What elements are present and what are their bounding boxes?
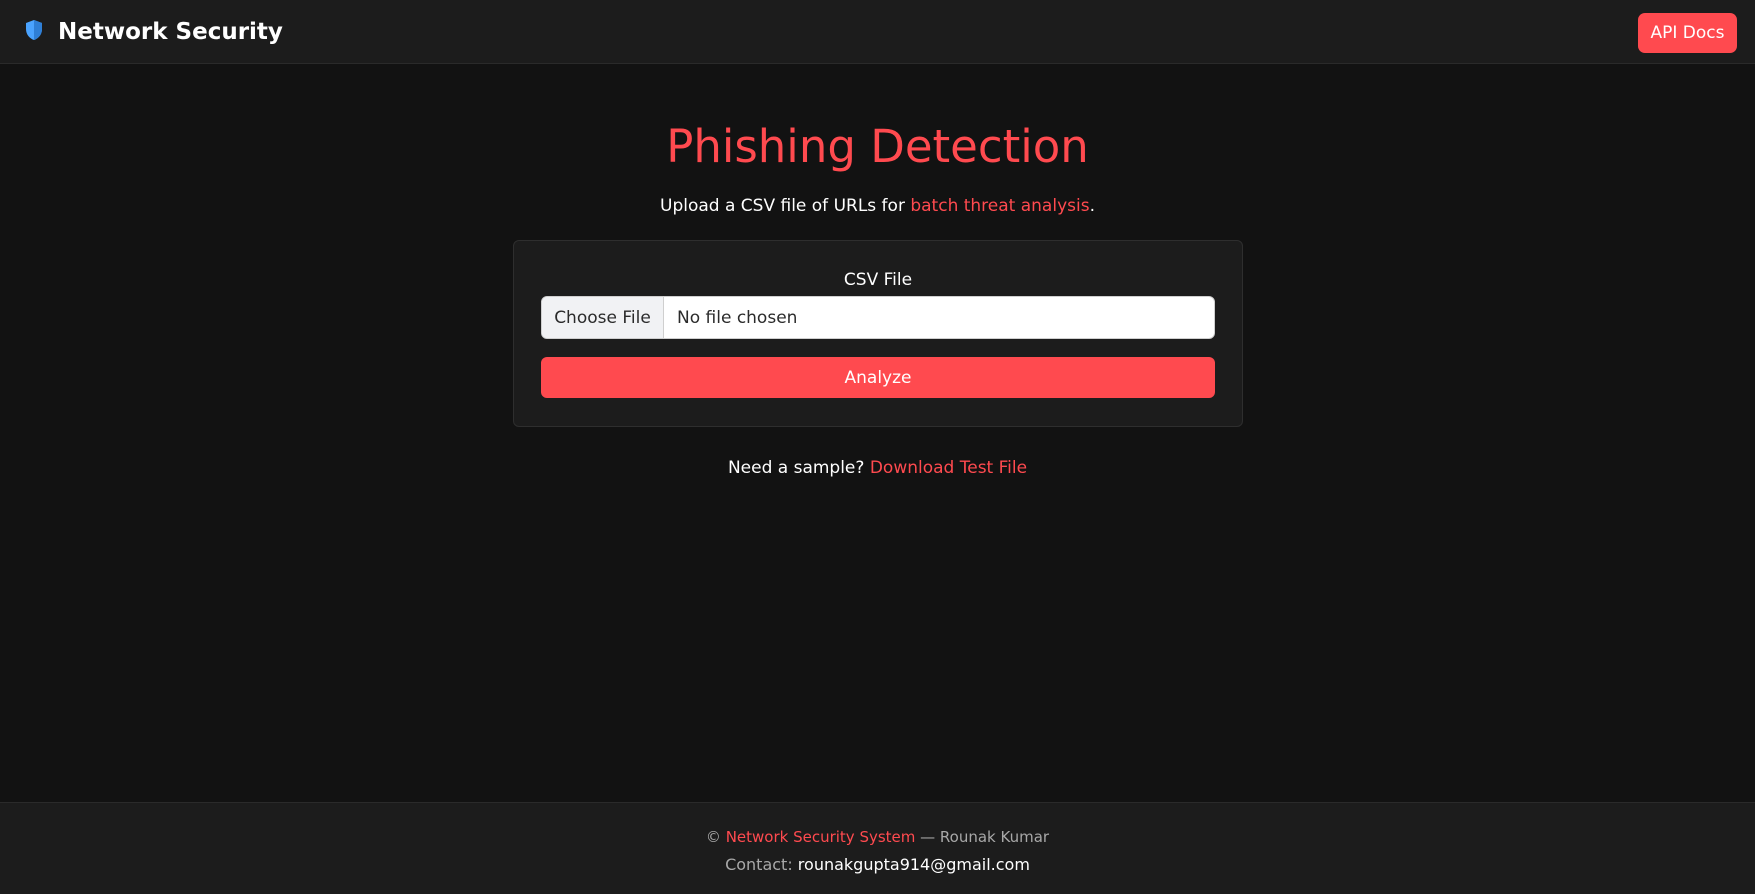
footer-system-link[interactable]: Network Security System [726,828,916,846]
subtitle-suffix: . [1089,196,1095,216]
page-title: Phishing Detection [666,120,1089,173]
footer: © Network Security System — Rounak Kumar… [0,802,1755,894]
upload-card: CSV File Choose File No file chosen Anal… [513,240,1243,427]
sample-prompt: Need a sample? [727,458,870,478]
sample-download: Need a sample? Download Test File [0,458,1755,478]
choose-file-button[interactable]: Choose File [542,297,664,338]
copyright-symbol: © [705,828,721,846]
analyze-button[interactable]: Analyze [541,357,1215,398]
page-subtitle: Upload a CSV file of URLs for batch thre… [0,196,1755,216]
main-content: Phishing Detection Upload a CSV file of … [0,64,1755,802]
subtitle-text: Upload a CSV file of URLs for [660,196,911,216]
brand-title: Network Security [58,19,283,45]
brand[interactable]: Network Security [24,0,283,64]
csv-file-label: CSV File [843,270,913,290]
subtitle-accent: batch threat analysis [910,196,1090,216]
footer-copyright: © Network Security System — Rounak Kumar [0,828,1755,846]
download-test-file-link[interactable]: Download Test File [870,458,1027,478]
shield-icon [24,19,44,45]
contact-email-link[interactable]: rounakgupta914@gmail.com [798,855,1030,874]
api-docs-button[interactable]: API Docs [1638,13,1737,53]
csv-file-input[interactable]: Choose File No file chosen [541,296,1215,339]
file-status-text: No file chosen [677,307,798,328]
top-navbar: Network Security API Docs [0,0,1755,64]
contact-label: Contact: [725,855,798,874]
footer-author: — Rounak Kumar [915,828,1050,846]
footer-contact: Contact: rounakgupta914@gmail.com [0,855,1755,874]
